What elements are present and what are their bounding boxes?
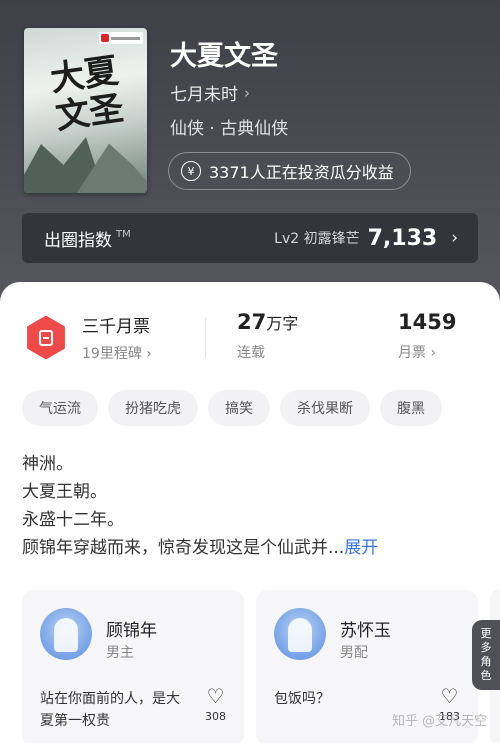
book-title: 大夏文圣: [170, 41, 278, 72]
divider: [205, 318, 206, 358]
author-name: 七月未时: [170, 85, 238, 105]
synopsis-line: 永盛十二年。: [22, 510, 124, 530]
character-name: 苏怀玉: [340, 621, 391, 641]
word-count-value: 27: [237, 310, 267, 334]
serial-status: 连载: [237, 345, 265, 361]
index-value: 7,133: [367, 225, 438, 251]
character-quote: 包饭吗？: [274, 691, 330, 707]
votes-label: 月票: [398, 345, 426, 361]
tag-chip[interactable]: 扮猪吃虎: [108, 390, 198, 426]
tag-chip[interactable]: 搞笑: [208, 390, 270, 426]
word-count-unit: 万字: [266, 314, 299, 333]
word-count-stat: 27万字 连载: [237, 310, 298, 362]
like-button[interactable]: ♡ 308: [205, 686, 226, 723]
votes-value: 1459: [398, 310, 457, 334]
book-cover[interactable]: 大夏文圣: [24, 28, 147, 193]
character-name: 顾锦年: [106, 621, 157, 641]
tag-chip[interactable]: 杀伐果断: [280, 390, 370, 426]
ticket-milestone: 19里程碑: [82, 346, 142, 362]
avatar: [40, 608, 92, 660]
heart-icon: ♡: [206, 684, 225, 708]
like-count: 308: [205, 710, 226, 723]
author-link[interactable]: 七月未时 ›: [170, 80, 250, 106]
character-role: 男主: [106, 645, 134, 661]
monthly-votes-stat[interactable]: 1459 月票 ›: [398, 310, 456, 362]
book-genre: 仙侠 · 古典仙侠: [170, 119, 289, 139]
index-label: 出圈指数: [44, 230, 112, 251]
invest-text: 3371人正在投资瓜分收益: [209, 163, 394, 182]
book-header: 大夏文圣 大夏文圣 七月未时 › 仙侠 · 古典仙侠 ¥ 3371人正在投资瓜分…: [0, 0, 500, 300]
detail-sheet: 三千月票 19里程碑 › 27万字 连载 1459 月票 › 气运流 扮猪吃虎 …: [0, 282, 500, 743]
trademark-mark: TM: [116, 228, 131, 240]
synopsis-line: 顾锦年穿越而来，惊奇发现这是个仙武并...: [22, 538, 345, 558]
synopsis-line: 神洲。: [22, 454, 73, 474]
cover-title: 大夏文圣: [47, 50, 127, 138]
popularity-index-bar[interactable]: 出圈指数 TM Lv2 初露锋芒 7,133 ›: [22, 213, 478, 263]
chevron-right-icon: ›: [430, 345, 437, 361]
index-level: Lv2 初露锋芒: [274, 231, 360, 247]
avatar: [274, 608, 326, 660]
tag-chip[interactable]: 气运流: [22, 390, 98, 426]
tag-list: 气运流 扮猪吃虎 搞笑 杀伐果断 腹黑: [22, 390, 442, 426]
character-role: 男配: [340, 645, 368, 661]
watermark: 知乎 @艾凡天空: [392, 714, 488, 729]
more-roles-button[interactable]: 更 多 角 色: [472, 620, 500, 690]
tag-chip[interactable]: 腹黑: [380, 390, 442, 426]
expand-link[interactable]: 展开: [344, 538, 378, 558]
heart-icon: ♡: [440, 684, 459, 708]
chevron-right-icon: ›: [146, 346, 152, 362]
publisher-badge: [99, 32, 143, 44]
chevron-right-icon: ›: [451, 228, 458, 248]
ticket-hexagon-icon: [27, 315, 65, 360]
yen-coin-icon: ¥: [181, 161, 201, 181]
monthly-ticket-stat[interactable]: 三千月票 19里程碑 ›: [24, 312, 152, 363]
ticket-title: 三千月票: [82, 317, 150, 337]
synopsis: 神洲。 大夏王朝。 永盛十二年。 顾锦年穿越而来，惊奇发现这是个仙武并...展开: [22, 450, 478, 562]
synopsis-line: 大夏王朝。: [22, 482, 107, 502]
invest-button[interactable]: ¥ 3371人正在投资瓜分收益: [168, 152, 411, 190]
character-quote: 站在你面前的人，是大夏第一权贵: [40, 691, 180, 729]
chevron-right-icon: ›: [244, 83, 250, 102]
character-card[interactable]: 顾锦年 男主 站在你面前的人，是大夏第一权贵 ♡ 308: [22, 590, 244, 743]
